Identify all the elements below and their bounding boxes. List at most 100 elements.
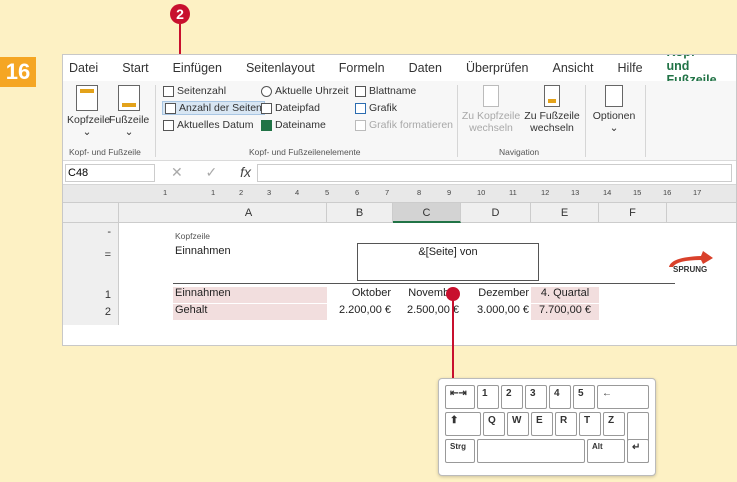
tab-daten[interactable]: Daten xyxy=(409,61,442,75)
seitenzahl-button[interactable]: Seitenzahl xyxy=(163,85,226,97)
cell-d2[interactable]: 3.000,00 € xyxy=(461,304,531,320)
dateiname-button[interactable]: Dateiname xyxy=(261,119,326,131)
dateipfad-button[interactable]: Dateipfad xyxy=(261,102,320,114)
cell-b1[interactable]: Oktober xyxy=(327,287,393,303)
row-number: - xyxy=(107,226,111,238)
footer-nav-icon xyxy=(544,85,560,107)
options-icon xyxy=(605,85,623,107)
format-picture-icon xyxy=(355,119,366,131)
key-5: 5 xyxy=(573,385,595,409)
ruler-tick: 12 xyxy=(541,188,550,197)
picture-icon xyxy=(355,102,366,114)
column-headers: A B C D E F xyxy=(63,203,736,223)
key-e: E xyxy=(531,412,553,436)
sheet-icon xyxy=(355,85,366,97)
key-r: R xyxy=(555,412,577,436)
kopfzeile-button[interactable]: Kopfzeile ⌄ xyxy=(67,85,110,138)
zu-kopfzeile-button[interactable]: Zu Kopfzeile wechseln xyxy=(461,85,521,134)
ruler-tick: 7 xyxy=(385,188,390,197)
column-header-a[interactable]: A xyxy=(171,203,327,223)
key-2: 2 xyxy=(501,385,523,409)
key-q: Q xyxy=(483,412,505,436)
optionen-button[interactable]: Optionen ⌄ xyxy=(589,85,639,134)
grafik-formatieren-button[interactable]: Grafik formatieren xyxy=(355,119,453,131)
backspace-key: ← xyxy=(597,385,649,409)
fusszeile-icon xyxy=(118,85,140,111)
enter-icon[interactable]: ✓ xyxy=(206,164,218,181)
tab-hilfe[interactable]: Hilfe xyxy=(618,61,643,75)
row-number: = xyxy=(104,249,111,261)
header-divider xyxy=(173,283,675,284)
key-3: 3 xyxy=(525,385,547,409)
ruler-tick: 17 xyxy=(693,188,702,197)
cell-a2[interactable]: Gehalt xyxy=(173,304,327,320)
worksheet: Kopfzeile Einnahmen &[Seite] von SPRUNG … xyxy=(63,223,736,325)
cell-e1[interactable]: 4. Quartal xyxy=(531,287,599,303)
tab-einfuegen[interactable]: Einfügen xyxy=(173,61,222,75)
key-t: T xyxy=(579,412,601,436)
column-header-e[interactable]: E xyxy=(531,203,599,223)
space-key xyxy=(477,439,585,463)
cancel-icon[interactable]: ✕ xyxy=(171,164,183,181)
name-box[interactable]: C48 xyxy=(65,163,155,182)
ruler-tick: 1 xyxy=(211,188,216,197)
chevron-down-icon: ⌄ xyxy=(124,126,134,138)
column-header-f[interactable]: F xyxy=(599,203,667,223)
aktuelle-uhrzeit-button[interactable]: Aktuelle Uhrzeit xyxy=(261,85,349,97)
ruler-tick: 11 xyxy=(509,188,517,197)
cell-e2[interactable]: 7.700,00 € xyxy=(531,304,599,320)
ribbon-divider xyxy=(585,85,586,157)
key-w: W xyxy=(507,412,529,436)
tab-start[interactable]: Start xyxy=(122,61,148,75)
grafik-button[interactable]: Grafik xyxy=(355,102,397,114)
cell-c2[interactable]: 2.500,00 € xyxy=(393,304,461,320)
column-header-b[interactable]: B xyxy=(327,203,393,223)
select-all-corner[interactable] xyxy=(63,203,119,223)
folder-icon xyxy=(261,102,272,114)
ruler-tick: 2 xyxy=(239,188,244,197)
group-label-kopf-fuss: Kopf- und Fußzeile xyxy=(69,147,141,157)
header-left-section[interactable]: Einnahmen xyxy=(173,243,357,281)
ribbon-divider xyxy=(457,85,458,157)
fusszeile-button[interactable]: Fußzeile ⌄ xyxy=(109,85,149,138)
callout-line xyxy=(452,294,454,380)
tab-ansicht[interactable]: Ansicht xyxy=(553,61,594,75)
tab-seitenlayout[interactable]: Seitenlayout xyxy=(246,61,315,75)
tab-key: ⇤⇥ xyxy=(445,385,475,409)
keyboard-illustration: ⇤⇥ 1 2 3 4 5 ← ⬆ Q W E R T Z Strg Alt ↵ xyxy=(438,378,656,476)
page-count-icon xyxy=(165,102,176,114)
cell-b2[interactable]: 2.200,00 € xyxy=(327,304,393,320)
header-right-section[interactable] xyxy=(539,243,675,281)
row-number-1[interactable]: 1 xyxy=(63,289,119,301)
cell-d1[interactable]: Dezember xyxy=(461,287,531,303)
ruler-tick: 4 xyxy=(295,188,300,197)
ctrl-key: Strg xyxy=(445,439,475,463)
tab-ueberpruefen[interactable]: Überprüfen xyxy=(466,61,529,75)
ribbon-tabs: Datei Start Einfügen Seitenlayout Formel… xyxy=(63,55,736,91)
key-z: Z xyxy=(603,412,625,436)
ruler-tick: 16 xyxy=(663,188,672,197)
tab-formeln[interactable]: Formeln xyxy=(339,61,385,75)
ruler-tick: 15 xyxy=(633,188,642,197)
key-1: 1 xyxy=(477,385,499,409)
tab-datei[interactable]: Datei xyxy=(69,61,98,75)
sprung-logo: SPRUNG xyxy=(663,247,723,277)
ruler-tick: 3 xyxy=(267,188,272,197)
blattname-button[interactable]: Blattname xyxy=(355,85,416,97)
fusszeile-label: Fußzeile xyxy=(109,114,150,126)
kopfzeile-icon xyxy=(76,85,98,111)
zu-fusszeile-button[interactable]: Zu Fußzeile wechseln xyxy=(523,85,581,134)
ruler-tick: 8 xyxy=(417,188,422,197)
column-header-c[interactable]: C xyxy=(393,203,461,223)
row-number-2[interactable]: 2 xyxy=(63,306,119,318)
ruler-tick: 6 xyxy=(355,188,360,197)
formula-input[interactable] xyxy=(257,163,732,182)
column-header-d[interactable]: D xyxy=(461,203,531,223)
header-center-section[interactable]: &[Seite] von xyxy=(357,243,539,281)
shift-key: ⬆ xyxy=(445,412,481,436)
insert-function-icon[interactable]: fx xyxy=(240,164,251,181)
cell-a1[interactable]: Einnahmen xyxy=(173,287,327,303)
aktuelles-datum-button[interactable]: Aktuelles Datum xyxy=(163,119,253,131)
anzahl-seiten-button[interactable]: Anzahl der Seiten xyxy=(162,101,265,115)
header-nav-icon xyxy=(483,85,499,107)
